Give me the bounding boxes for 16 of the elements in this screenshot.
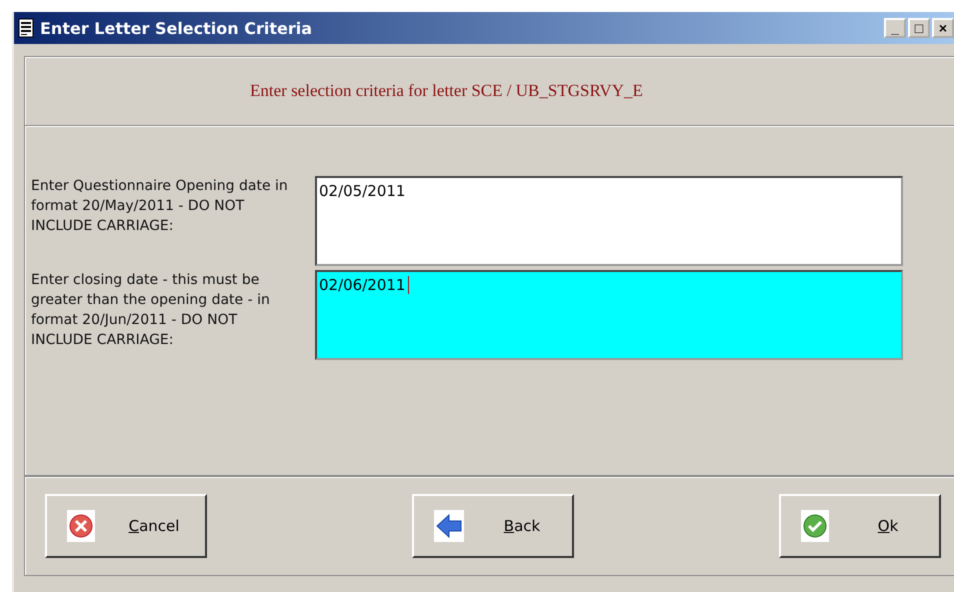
window-title: Enter Letter Selection Criteria — [40, 18, 314, 38]
ok-button[interactable]: Ok — [779, 494, 941, 558]
cancel-button[interactable]: Cancel — [45, 494, 207, 558]
heading-text: Enter selection criteria for letter SCE / UB_STGSRVY_E — [250, 81, 643, 101]
left-arrow-icon — [436, 514, 462, 538]
field-label: Enter Questionnaire Opening date in format 20/May/2011 - DO NOT INCLUDE CARRIAGE: — [31, 177, 289, 236]
close-icon — [69, 514, 93, 538]
check-icon — [803, 514, 827, 538]
maximize-button[interactable]: □ — [908, 18, 930, 38]
date-field[interactable]: 02/05/2011 — [315, 176, 903, 266]
close-button[interactable]: × — [932, 18, 954, 38]
field-label: Enter closing date - this must be greater than the opening date - in format 20/Jun/2011 - DO NOT INCLUDE CARRIAGE: — [31, 271, 271, 350]
minimize-button[interactable]: _ — [884, 18, 906, 38]
document-icon — [18, 18, 34, 38]
date-field[interactable]: 02/06/2011 — [315, 270, 903, 360]
back-button[interactable]: Back — [412, 494, 574, 558]
